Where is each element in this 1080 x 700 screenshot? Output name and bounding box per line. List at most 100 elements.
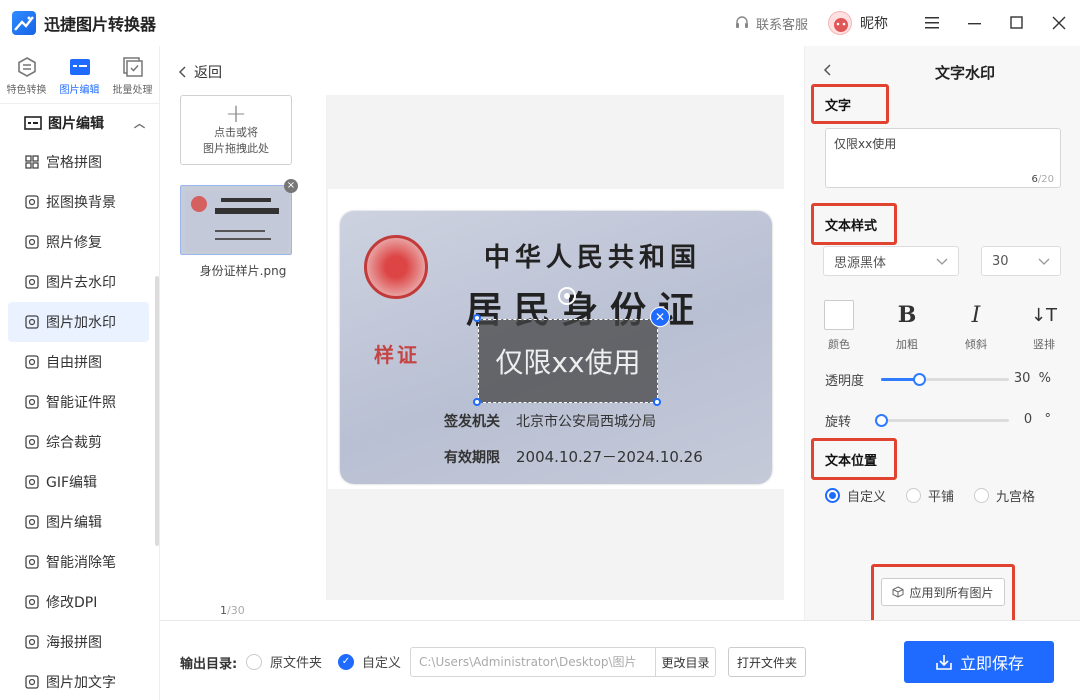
close-button[interactable] [1038,0,1080,46]
vertical-text-button[interactable]: ↓T 竖排 [1020,300,1068,352]
convert-icon [17,57,36,77]
sidebar-item-label: 宫格拼图 [46,155,102,171]
sidebar-item-label: 图片编辑 [46,515,102,531]
italic-button[interactable]: I 倾斜 [952,300,1000,352]
mode-label: 特色转换 [6,85,47,96]
opacity-label: 透明度 [825,373,865,389]
position-custom[interactable]: 自定义 [825,486,886,505]
sidebar-item[interactable]: 智能证件照 [8,382,149,422]
mode-tab-image-edit[interactable]: 图片编辑 [53,46,106,103]
sidebar-scrollbar[interactable] [155,276,159,546]
section-image-edit[interactable]: 图片编辑 ︿ [0,104,159,142]
menu-button[interactable] [912,0,954,46]
card-line1: 中华人民共和国 [484,243,702,273]
sidebar-item-label: 图片去水印 [46,275,116,291]
sidebar-item[interactable]: GIF编辑 [8,462,149,502]
remove-thumbnail-button[interactable]: × [284,179,298,193]
sidebar-item[interactable]: 修改DPI [8,582,149,622]
check-icon: ✓ [338,653,354,670]
watermark-text-box[interactable]: 仅限xx使用 [478,319,658,403]
nav-list: 宫格拼图抠图换背景 照片修复图片去水印图片加水印自由拼图智能证件照 综合裁剪 GIF编… [0,142,159,700]
rotate-handle-icon[interactable] [558,287,576,305]
app-title: 迅捷图片转换器 [44,15,157,34]
validity-value: 2004.10.27－2024.10.26 [516,448,703,466]
authority-key: 签发机关 [444,414,500,430]
italic-icon: I [971,302,981,328]
apply-to-all-button[interactable]: 应用到所有图片 [881,578,1005,606]
chevron-left-icon [178,66,186,78]
position-tile[interactable]: 平铺 [906,486,954,505]
sidebar-item[interactable]: 综合裁剪 [8,422,149,462]
gif-icon [24,474,40,490]
id-card-image: 样证 中华人民共和国 居民身份证 签发机关 北京市公安局西城分局 有效期限 2004… [340,211,772,484]
grid-icon [24,154,40,170]
sidebar-item[interactable]: 海报拼图 [8,622,149,662]
radio-unselected [246,653,262,670]
bold-icon: B [897,302,917,328]
text-section-label: 文字 [811,84,889,124]
font-size-select[interactable]: 30 [981,246,1061,276]
output-path-input[interactable]: C:\Users\Administrator\Desktop\图片 [410,647,656,677]
resize-handle-br[interactable] [653,398,661,406]
sidebar-item[interactable]: 图片加水印 [8,302,149,342]
nickname[interactable]: 昵称 [860,13,888,33]
back-button[interactable]: 返回 [178,62,222,82]
sidebar-item-label: 自由拼图 [46,355,102,371]
upload-dropzone[interactable]: + 点击或将 图片拖拽此处 [180,95,292,165]
watermark-text-input[interactable]: 仅限xx使用 6/20 [825,128,1061,188]
font-select[interactable]: 思源黑体 [823,246,959,276]
validity-key: 有效期限 [444,450,500,466]
position-nine-grid[interactable]: 九宫格 [974,486,1035,505]
poster-icon [24,634,40,650]
open-folder-button[interactable]: 打开文件夹 [728,647,806,677]
avatar[interactable] [828,11,852,35]
watermark-delete-button[interactable]: ✕ [650,307,670,327]
minimize-button[interactable] [954,0,996,46]
headset-icon [735,16,748,28]
rotate-slider[interactable] [875,414,1009,427]
sidebar-item-label: 智能消除笔 [46,555,116,571]
opacity-unit: % [1038,371,1051,386]
output-custom-option[interactable]: ✓ 自定义 [338,652,401,671]
font-size-value: 30 [992,253,1009,269]
output-original-option[interactable]: 原文件夹 [246,652,322,671]
maximize-button[interactable] [996,0,1038,46]
sidebar-item[interactable]: 智能消除笔 [8,542,149,582]
resize-handle-bl[interactable] [473,398,481,406]
char-counter: 6/20 [1032,174,1054,185]
sidebar-item[interactable]: 抠图换背景 [8,182,149,222]
position-section-title: 文本位置 [825,453,878,469]
vertical-text-label: 竖排 [1033,338,1055,351]
sidebar-item[interactable]: 图片加文字 [8,662,149,700]
mode-label: 批量处理 [112,85,153,96]
sidebar-item[interactable]: 图片编辑 [8,502,149,542]
crop-icon [24,434,40,450]
thumbnail-filename: 身份证样片.png [199,264,287,278]
chevron-up-icon: ︿ [134,117,145,130]
rotate-label: 旋转 [825,414,852,430]
opacity-knob[interactable] [913,373,927,386]
opacity-slider[interactable] [881,373,1009,386]
color-label: 颜色 [828,338,850,351]
sidebar-item[interactable]: 自由拼图 [8,342,149,382]
support-link[interactable]: 联系客服 [734,14,808,33]
save-now-button[interactable]: 立即保存 [904,641,1054,683]
chevron-down-icon [1038,258,1050,265]
bold-button[interactable]: B 加粗 [883,300,931,352]
card-validity: 有效期限 2004.10.27－2024.10.26 [444,446,703,467]
resize-handle-tl[interactable] [473,314,481,322]
style-section-label: 文本样式 [811,203,897,245]
sidebar-item[interactable]: 图片去水印 [8,262,149,302]
change-dir-button[interactable]: 更改目录 [655,647,716,677]
mode-tab-convert[interactable]: 特色转换 [0,46,53,103]
mode-tab-batch[interactable]: 批量处理 [106,46,159,103]
sidebar: 特色转换 图片编辑 批量处理 图片编辑 ︿ 宫格拼图抠图换背景 照片修复图片去水印… [0,46,160,700]
sidebar-item[interactable]: 照片修复 [8,222,149,262]
color-button[interactable]: 颜色 [815,300,863,352]
batch-icon [122,57,143,77]
dropzone-line2: 图片拖拽此处 [203,142,269,155]
sidebar-item[interactable]: 宫格拼图 [8,142,149,182]
rotate-knob[interactable] [875,414,888,427]
text-section-title: 文字 [825,98,852,114]
image-thumbnail[interactable] [180,185,292,255]
